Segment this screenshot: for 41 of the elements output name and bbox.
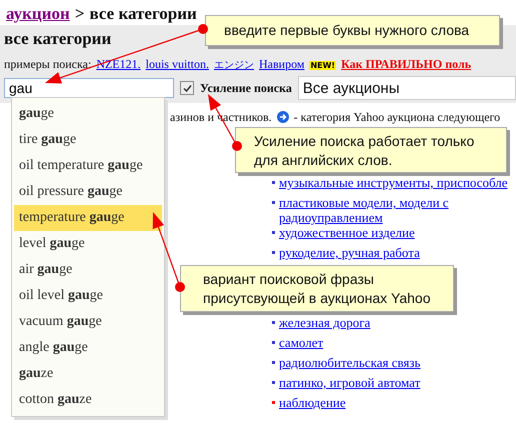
scope-field[interactable]: Все аукционы (298, 76, 516, 100)
callout-note: Усиление поиска работает только для английских слов. (235, 127, 507, 173)
example-link[interactable]: エンジン (214, 58, 254, 72)
category-link[interactable]: наблюдение (279, 395, 346, 410)
suggestion-item[interactable]: cotton gauze (14, 387, 162, 413)
example-link[interactable]: NZE121. (96, 57, 141, 72)
category-link[interactable]: художественное изделие (279, 225, 415, 240)
callout-note: введите первые буквы нужного слова (205, 15, 500, 46)
suggestion-item[interactable]: oil temperature gauge (14, 153, 162, 179)
suggestion-item[interactable]: vacuum gauge (14, 309, 162, 335)
section-title: все категории (4, 29, 112, 50)
boost-checkbox[interactable] (180, 81, 194, 95)
breadcrumb-current: все категории (90, 4, 197, 24)
category-link[interactable]: патинко, игровой автомат (279, 375, 420, 390)
category-link[interactable]: музыкальные инструменты, приспособле (279, 175, 508, 190)
breadcrumb-separator: > (74, 4, 85, 24)
category-link[interactable]: рукоделие, ручная работа (279, 245, 420, 260)
suggestion-item[interactable]: gauze (14, 361, 162, 387)
intro-tail: - категория Yahoo аукциона следующего (294, 110, 500, 124)
suggestion-item[interactable]: gauge (14, 101, 162, 127)
category-link[interactable]: радиолюбительская связь (279, 355, 420, 370)
category-link[interactable]: самолет (279, 335, 324, 350)
examples-label: примеры поиска: (4, 57, 92, 72)
callout-note: вариант поисковой фразы присутсвующей в аукционах Yahoo (180, 265, 454, 312)
arrow-circle-icon[interactable] (276, 111, 289, 123)
example-link[interactable]: louis vuitton. (146, 57, 209, 72)
suggestion-item[interactable]: air gauge (14, 257, 162, 283)
suggestion-item[interactable]: oil pressure gauge (14, 179, 162, 205)
suggestion-item[interactable]: temperature gauge (14, 205, 162, 231)
search-field[interactable]: gau (4, 78, 174, 98)
auction-link[interactable]: аукцион (6, 4, 70, 24)
promo-link[interactable]: Как ПРАВИЛЬНО поль (341, 57, 472, 72)
suggestion-item[interactable]: angle gauge (14, 335, 162, 361)
suggestion-item[interactable]: tire gauge (14, 127, 162, 153)
checkmark-icon (182, 84, 192, 92)
example-link[interactable]: Навиром (258, 57, 304, 72)
boost-label: Усиление поиска (200, 80, 292, 96)
suggestion-item[interactable]: level gauge (14, 231, 162, 257)
category-link[interactable]: железная дорога (279, 315, 370, 330)
suggestion-item[interactable]: oil level gauge (14, 283, 162, 309)
new-badge: NEW! (309, 61, 336, 70)
